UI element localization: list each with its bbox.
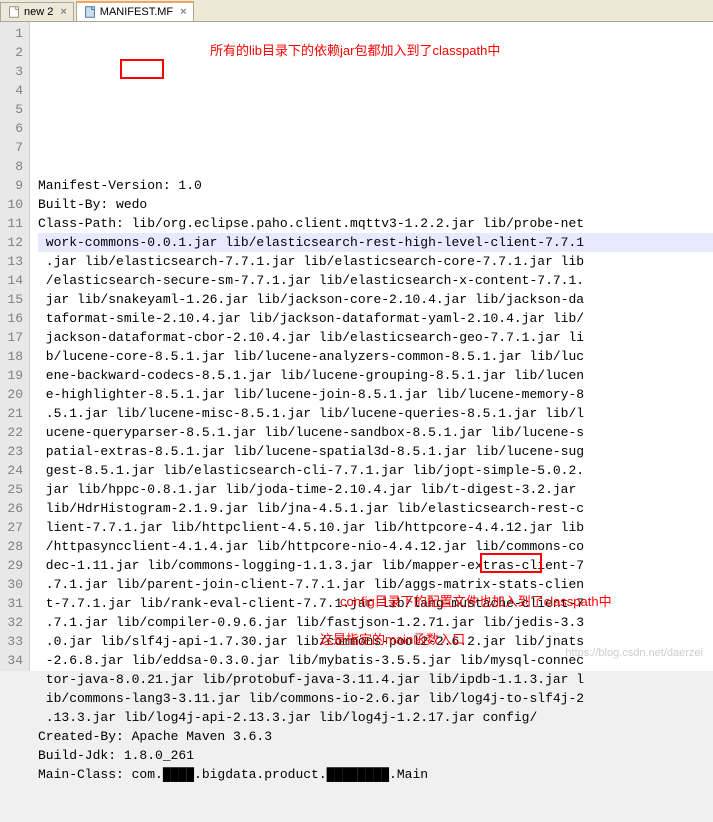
tab-manifest[interactable]: MANIFEST.MF × bbox=[76, 1, 194, 21]
line-number: 1 bbox=[2, 24, 23, 43]
annotation-lib: 所有的lib目录下的依赖jar包都加入到了classpath中 bbox=[210, 41, 500, 60]
code-line[interactable]: Manifest-Version: 1.0 bbox=[38, 176, 713, 195]
line-number: 13 bbox=[2, 252, 23, 271]
line-number: 15 bbox=[2, 290, 23, 309]
code-line[interactable]: Main-Class: com.████.bigdata.product.███… bbox=[38, 765, 713, 784]
tab-label: new 2 bbox=[24, 6, 53, 18]
line-number: 23 bbox=[2, 442, 23, 461]
code-line[interactable]: /httpasyncclient-4.1.4.jar lib/httpcore-… bbox=[38, 537, 713, 556]
highlight-lib bbox=[120, 59, 164, 79]
editor: 1234567891011121314151617181920212223242… bbox=[0, 22, 713, 671]
code-line[interactable]: jackson-dataformat-cbor-2.10.4.jar lib/e… bbox=[38, 328, 713, 347]
code-line[interactable]: .jar lib/elasticsearch-7.7.1.jar lib/ela… bbox=[38, 252, 713, 271]
code-line[interactable]: ib/commons-lang3-3.11.jar lib/commons-io… bbox=[38, 689, 713, 708]
code-line[interactable]: lib/HdrHistogram-2.1.9.jar lib/jna-4.5.1… bbox=[38, 499, 713, 518]
code-line[interactable]: jar lib/hppc-0.8.1.jar lib/joda-time-2.1… bbox=[38, 480, 713, 499]
code-line[interactable]: ucene-queryparser-8.5.1.jar lib/lucene-s… bbox=[38, 423, 713, 442]
code-line[interactable]: Build-Jdk: 1.8.0_261 bbox=[38, 746, 713, 765]
code-line[interactable]: gest-8.5.1.jar lib/elasticsearch-cli-7.7… bbox=[38, 461, 713, 480]
code-line[interactable]: Built-By: wedo bbox=[38, 195, 713, 214]
line-number: 27 bbox=[2, 518, 23, 537]
code-line[interactable]: .5.1.jar lib/lucene-misc-8.5.1.jar lib/l… bbox=[38, 404, 713, 423]
close-icon[interactable]: × bbox=[180, 6, 186, 18]
line-gutter: 1234567891011121314151617181920212223242… bbox=[0, 22, 30, 671]
code-line[interactable]: taformat-smile-2.10.4.jar lib/jackson-da… bbox=[38, 309, 713, 328]
line-number: 30 bbox=[2, 575, 23, 594]
line-number: 32 bbox=[2, 613, 23, 632]
line-number: 7 bbox=[2, 138, 23, 157]
line-number: 18 bbox=[2, 347, 23, 366]
code-line[interactable]: t-7.7.1.jar lib/rank-eval-client-7.7.1.j… bbox=[38, 594, 713, 613]
code-line[interactable]: Class-Path: lib/org.eclipse.paho.client.… bbox=[38, 214, 713, 233]
line-number: 16 bbox=[2, 309, 23, 328]
line-number: 21 bbox=[2, 404, 23, 423]
code-line[interactable]: .0.jar lib/slf4j-api-1.7.30.jar lib/comm… bbox=[38, 632, 713, 651]
code-line[interactable]: -2.6.8.jar lib/eddsa-0.3.0.jar lib/mybat… bbox=[38, 651, 713, 670]
tab-label: MANIFEST.MF bbox=[100, 6, 173, 18]
tab-new2[interactable]: new 2 × bbox=[0, 2, 74, 21]
line-number: 8 bbox=[2, 157, 23, 176]
editor-content[interactable]: 所有的lib目录下的依赖jar包都加入到了classpath中 config目录… bbox=[30, 22, 713, 671]
code-line[interactable]: jar lib/snakeyaml-1.26.jar lib/jackson-c… bbox=[38, 290, 713, 309]
line-number: 19 bbox=[2, 366, 23, 385]
line-number: 17 bbox=[2, 328, 23, 347]
line-number: 29 bbox=[2, 556, 23, 575]
line-number: 12 bbox=[2, 233, 23, 252]
line-number: 10 bbox=[2, 195, 23, 214]
code-line[interactable]: tor-java-8.0.21.jar lib/protobuf-java-3.… bbox=[38, 670, 713, 689]
code-line[interactable]: lient-7.7.1.jar lib/httpclient-4.5.10.ja… bbox=[38, 518, 713, 537]
line-number: 11 bbox=[2, 214, 23, 233]
line-number: 34 bbox=[2, 651, 23, 670]
code-line[interactable] bbox=[38, 803, 713, 822]
line-number: 20 bbox=[2, 385, 23, 404]
code-line[interactable]: .7.1.jar lib/parent-join-client-7.7.1.ja… bbox=[38, 575, 713, 594]
line-number: 25 bbox=[2, 480, 23, 499]
line-number: 31 bbox=[2, 594, 23, 613]
line-number: 14 bbox=[2, 271, 23, 290]
code-line[interactable]: Created-By: Apache Maven 3.6.3 bbox=[38, 727, 713, 746]
close-icon[interactable]: × bbox=[60, 6, 66, 18]
code-line[interactable]: /elasticsearch-secure-sm-7.7.1.jar lib/e… bbox=[38, 271, 713, 290]
line-number: 6 bbox=[2, 119, 23, 138]
code-line[interactable]: b/lucene-core-8.5.1.jar lib/lucene-analy… bbox=[38, 347, 713, 366]
code-line[interactable] bbox=[38, 784, 713, 803]
code-line[interactable]: .7.1.jar lib/compiler-0.9.6.jar lib/fast… bbox=[38, 613, 713, 632]
editor-tabs: new 2 × MANIFEST.MF × bbox=[0, 0, 713, 22]
code-line[interactable]: .13.3.jar lib/log4j-api-2.13.3.jar lib/l… bbox=[38, 708, 713, 727]
line-number: 9 bbox=[2, 176, 23, 195]
code-line[interactable]: work-commons-0.0.1.jar lib/elasticsearch… bbox=[38, 233, 713, 252]
code-line[interactable]: dec-1.11.jar lib/commons-logging-1.1.3.j… bbox=[38, 556, 713, 575]
line-number: 2 bbox=[2, 43, 23, 62]
code-line[interactable]: e-highlighter-8.5.1.jar lib/lucene-join-… bbox=[38, 385, 713, 404]
line-number: 22 bbox=[2, 423, 23, 442]
file-icon bbox=[7, 5, 21, 19]
line-number: 5 bbox=[2, 100, 23, 119]
code-line[interactable]: patial-extras-8.5.1.jar lib/lucene-spati… bbox=[38, 442, 713, 461]
line-number: 3 bbox=[2, 62, 23, 81]
code-line[interactable]: ene-backward-codecs-8.5.1.jar lib/lucene… bbox=[38, 366, 713, 385]
line-number: 4 bbox=[2, 81, 23, 100]
line-number: 28 bbox=[2, 537, 23, 556]
line-number: 26 bbox=[2, 499, 23, 518]
line-number: 24 bbox=[2, 461, 23, 480]
line-number: 33 bbox=[2, 632, 23, 651]
file-icon bbox=[83, 5, 97, 19]
